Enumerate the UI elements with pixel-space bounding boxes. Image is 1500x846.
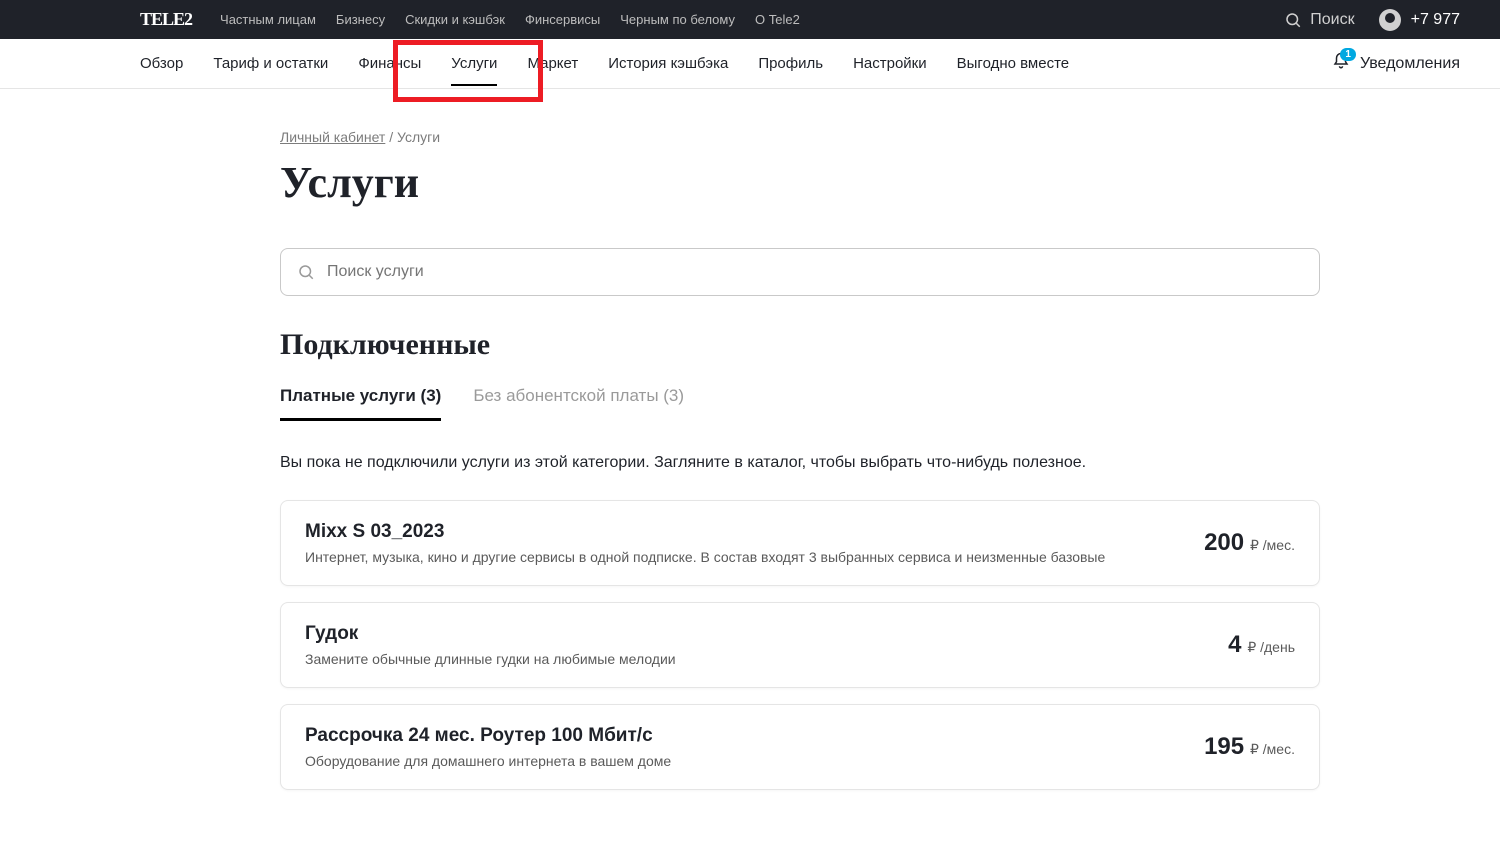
section-title-connected: Подключенные xyxy=(280,328,1320,362)
service-search-input[interactable] xyxy=(327,263,1303,281)
topnav-item-private[interactable]: Частным лицам xyxy=(220,12,316,27)
subnav-item-5[interactable]: История кэшбэка xyxy=(608,41,728,86)
price-unit: ₽ /мес. xyxy=(1246,537,1295,553)
user-menu[interactable]: +7 977 xyxy=(1379,9,1460,31)
service-info: Гудок Замените обычные длинные гудки на … xyxy=(305,623,1228,667)
service-search[interactable] xyxy=(280,248,1320,296)
search-icon xyxy=(1284,11,1302,29)
notifications[interactable]: 1 Уведомления xyxy=(1332,52,1460,75)
tab-1[interactable]: Без абонентской платы (3) xyxy=(473,386,684,421)
topnav-item-about[interactable]: О Tele2 xyxy=(755,12,800,27)
topbar-right: Поиск +7 977 xyxy=(1284,9,1460,31)
service-title: Рассрочка 24 мес. Роутер 100 Мбит/с xyxy=(305,725,1204,747)
service-card[interactable]: Рассрочка 24 мес. Роутер 100 Мбит/с Обор… xyxy=(280,704,1320,790)
service-card[interactable]: Mixx S 03_2023 Интернет, музыка, кино и … xyxy=(280,500,1320,586)
price-value: 200 xyxy=(1204,529,1244,556)
price-value: 195 xyxy=(1204,733,1244,760)
service-title: Mixx S 03_2023 xyxy=(305,521,1204,543)
topbar-search[interactable]: Поиск xyxy=(1284,11,1354,29)
topnav-item-black-white[interactable]: Черным по белому xyxy=(620,12,735,27)
subnav-item-3[interactable]: Услуги xyxy=(451,41,497,86)
breadcrumb: Личный кабинет / Услуги xyxy=(280,129,1320,145)
price-unit: ₽ /мес. xyxy=(1246,741,1295,757)
service-price: 4 ₽ /день xyxy=(1228,631,1295,659)
service-info: Mixx S 03_2023 Интернет, музыка, кино и … xyxy=(305,521,1204,565)
service-price: 195 ₽ /мес. xyxy=(1204,733,1295,761)
subnav-item-7[interactable]: Настройки xyxy=(853,41,927,86)
page-title: Услуги xyxy=(280,157,1320,208)
search-icon xyxy=(297,263,315,281)
topnav-item-discounts[interactable]: Скидки и кэшбэк xyxy=(405,12,505,27)
user-icon xyxy=(1379,9,1401,31)
topnav-item-finservices[interactable]: Финсервисы xyxy=(525,12,600,27)
notifications-label: Уведомления xyxy=(1360,55,1460,73)
price-unit: ₽ /день xyxy=(1243,639,1295,655)
subnav-item-2[interactable]: Финансы xyxy=(358,41,421,86)
topnav: Частным лицам Бизнесу Скидки и кэшбэк Фи… xyxy=(220,12,1284,27)
subnav-item-8[interactable]: Выгодно вместе xyxy=(957,41,1070,86)
empty-message: Вы пока не подключили услуги из этой кат… xyxy=(280,454,1320,472)
user-phone: +7 977 xyxy=(1411,11,1460,29)
topbar: TELE2 Частным лицам Бизнесу Скидки и кэш… xyxy=(0,0,1500,39)
subnav-item-6[interactable]: Профиль xyxy=(758,41,823,86)
subnav-item-1[interactable]: Тариф и остатки xyxy=(213,41,328,86)
price-value: 4 xyxy=(1228,631,1241,658)
topbar-search-label: Поиск xyxy=(1310,11,1354,29)
service-title: Гудок xyxy=(305,623,1228,645)
page-content: Личный кабинет / Услуги Услуги Подключен… xyxy=(140,89,1360,846)
service-card[interactable]: Гудок Замените обычные длинные гудки на … xyxy=(280,602,1320,688)
bell-icon: 1 xyxy=(1332,52,1350,75)
notifications-badge: 1 xyxy=(1340,48,1356,61)
breadcrumb-home[interactable]: Личный кабинет xyxy=(280,129,385,145)
subnav-item-4[interactable]: Маркет xyxy=(527,41,578,86)
subnav-items: Обзор Тариф и остатки Финансы Услуги Маркет И… xyxy=(140,41,1332,86)
service-list: Mixx S 03_2023 Интернет, музыка, кино и … xyxy=(280,500,1320,790)
breadcrumb-current: Услуги xyxy=(397,129,440,145)
service-info: Рассрочка 24 мес. Роутер 100 Мбит/с Обор… xyxy=(305,725,1204,769)
subnav: Обзор Тариф и остатки Финансы Услуги Маркет И… xyxy=(0,39,1500,89)
tab-0[interactable]: Платные услуги (3) xyxy=(280,386,441,421)
service-desc: Интернет, музыка, кино и другие сервисы … xyxy=(305,549,1204,565)
subnav-item-0[interactable]: Обзор xyxy=(140,41,183,86)
tabs: Платные услуги (3) Без абонентской платы … xyxy=(280,386,1320,422)
breadcrumb-sep: / xyxy=(385,129,397,145)
logo[interactable]: TELE2 xyxy=(140,9,192,30)
service-price: 200 ₽ /мес. xyxy=(1204,529,1295,557)
service-desc: Замените обычные длинные гудки на любимы… xyxy=(305,651,1228,667)
service-desc: Оборудование для домашнего интернета в в… xyxy=(305,753,1204,769)
topnav-item-business[interactable]: Бизнесу xyxy=(336,12,385,27)
